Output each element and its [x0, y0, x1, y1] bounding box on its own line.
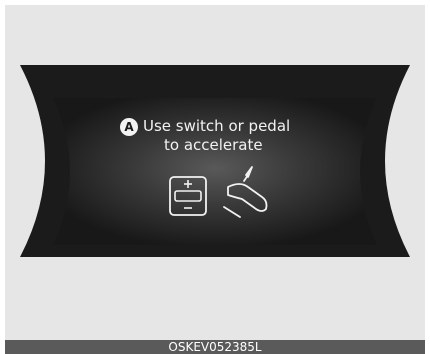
instrument-cluster-display: [20, 65, 410, 257]
image-code-label: OSKEV052385L: [168, 340, 262, 354]
caption-bar: OSKEV052385L: [5, 340, 425, 354]
message-line-1: Use switch or pedal: [143, 117, 291, 135]
message-line-2: to accelerate: [164, 136, 263, 154]
callout-badge-a: A: [120, 118, 138, 136]
